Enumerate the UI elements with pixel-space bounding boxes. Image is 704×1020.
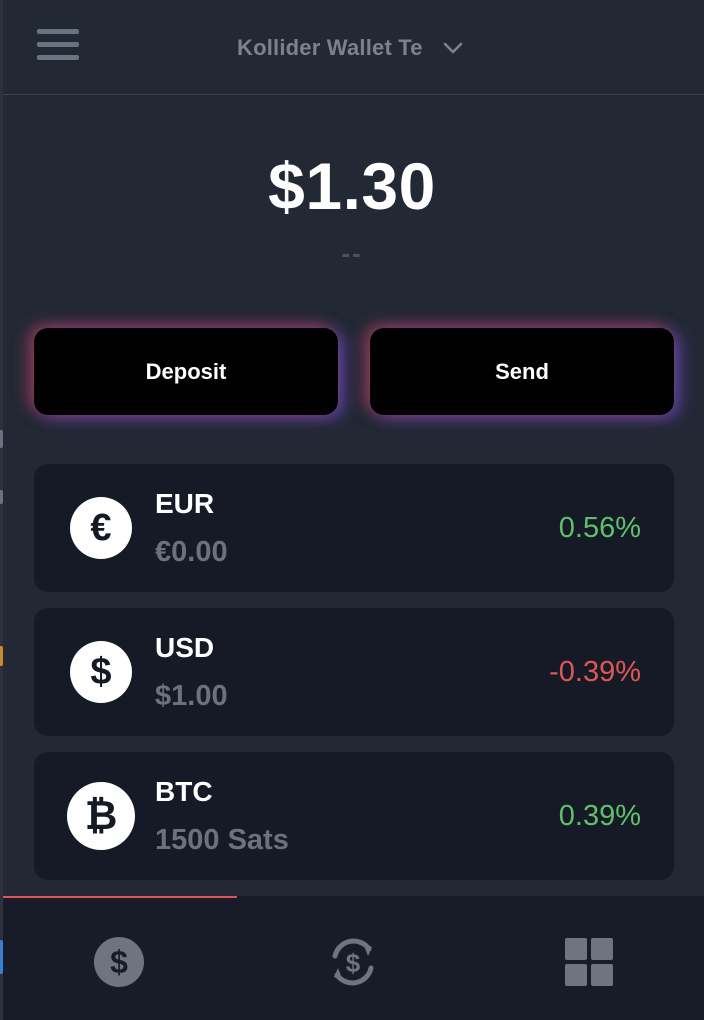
edge-mark: [0, 490, 3, 504]
wallet-name: Kollider Wallet Te: [237, 35, 423, 60]
currency-change: -0.39%: [549, 656, 641, 688]
svg-text:$: $: [110, 944, 128, 980]
nav-apps-tab[interactable]: [559, 932, 619, 992]
menu-icon[interactable]: [37, 29, 82, 63]
currency-code: USD: [155, 632, 215, 663]
active-tab-indicator: [3, 896, 237, 898]
currency-card-eur[interactable]: € EUR €0.00 0.56%: [34, 464, 674, 592]
edge-mark: [0, 430, 3, 448]
euro-icon: €: [70, 497, 132, 559]
grid-icon: [565, 938, 613, 986]
currency-amount: 1500 Sats: [155, 824, 289, 856]
send-button[interactable]: Send: [370, 328, 674, 415]
bottom-nav: $ $: [3, 896, 704, 1020]
currency-change: 0.56%: [558, 512, 641, 544]
currency-code: EUR: [155, 488, 215, 519]
bitcoin-icon: ₿: [67, 782, 135, 850]
app-header: Kollider Wallet Te: [3, 0, 704, 95]
balance-subtext: --: [341, 238, 363, 268]
dollar-icon: $: [70, 641, 132, 703]
wallet-app: Kollider Wallet Te $1.30 -- Deposit Send…: [0, 0, 704, 1020]
nav-wallet-tab[interactable]: $: [89, 932, 149, 992]
chevron-down-icon: [443, 42, 463, 54]
currency-card-usd[interactable]: $ USD $1.00 -0.39%: [34, 608, 674, 736]
dollar-icon: $: [94, 937, 144, 987]
total-balance: $1.30: [268, 149, 436, 223]
wallet-selector[interactable]: Kollider Wallet Te: [237, 32, 477, 64]
svg-text:$: $: [346, 948, 361, 978]
nav-exchange-tab[interactable]: $: [323, 932, 383, 992]
currency-change: 0.39%: [558, 800, 641, 832]
currency-amount: $1.00: [155, 680, 228, 712]
edge-mark: [0, 646, 3, 666]
deposit-button[interactable]: Deposit: [34, 328, 338, 415]
currency-code: BTC: [155, 776, 213, 807]
currency-amount: €0.00: [155, 536, 228, 568]
currency-card-btc[interactable]: ₿ BTC 1500 Sats 0.39%: [34, 752, 674, 880]
exchange-icon: $: [332, 938, 374, 986]
